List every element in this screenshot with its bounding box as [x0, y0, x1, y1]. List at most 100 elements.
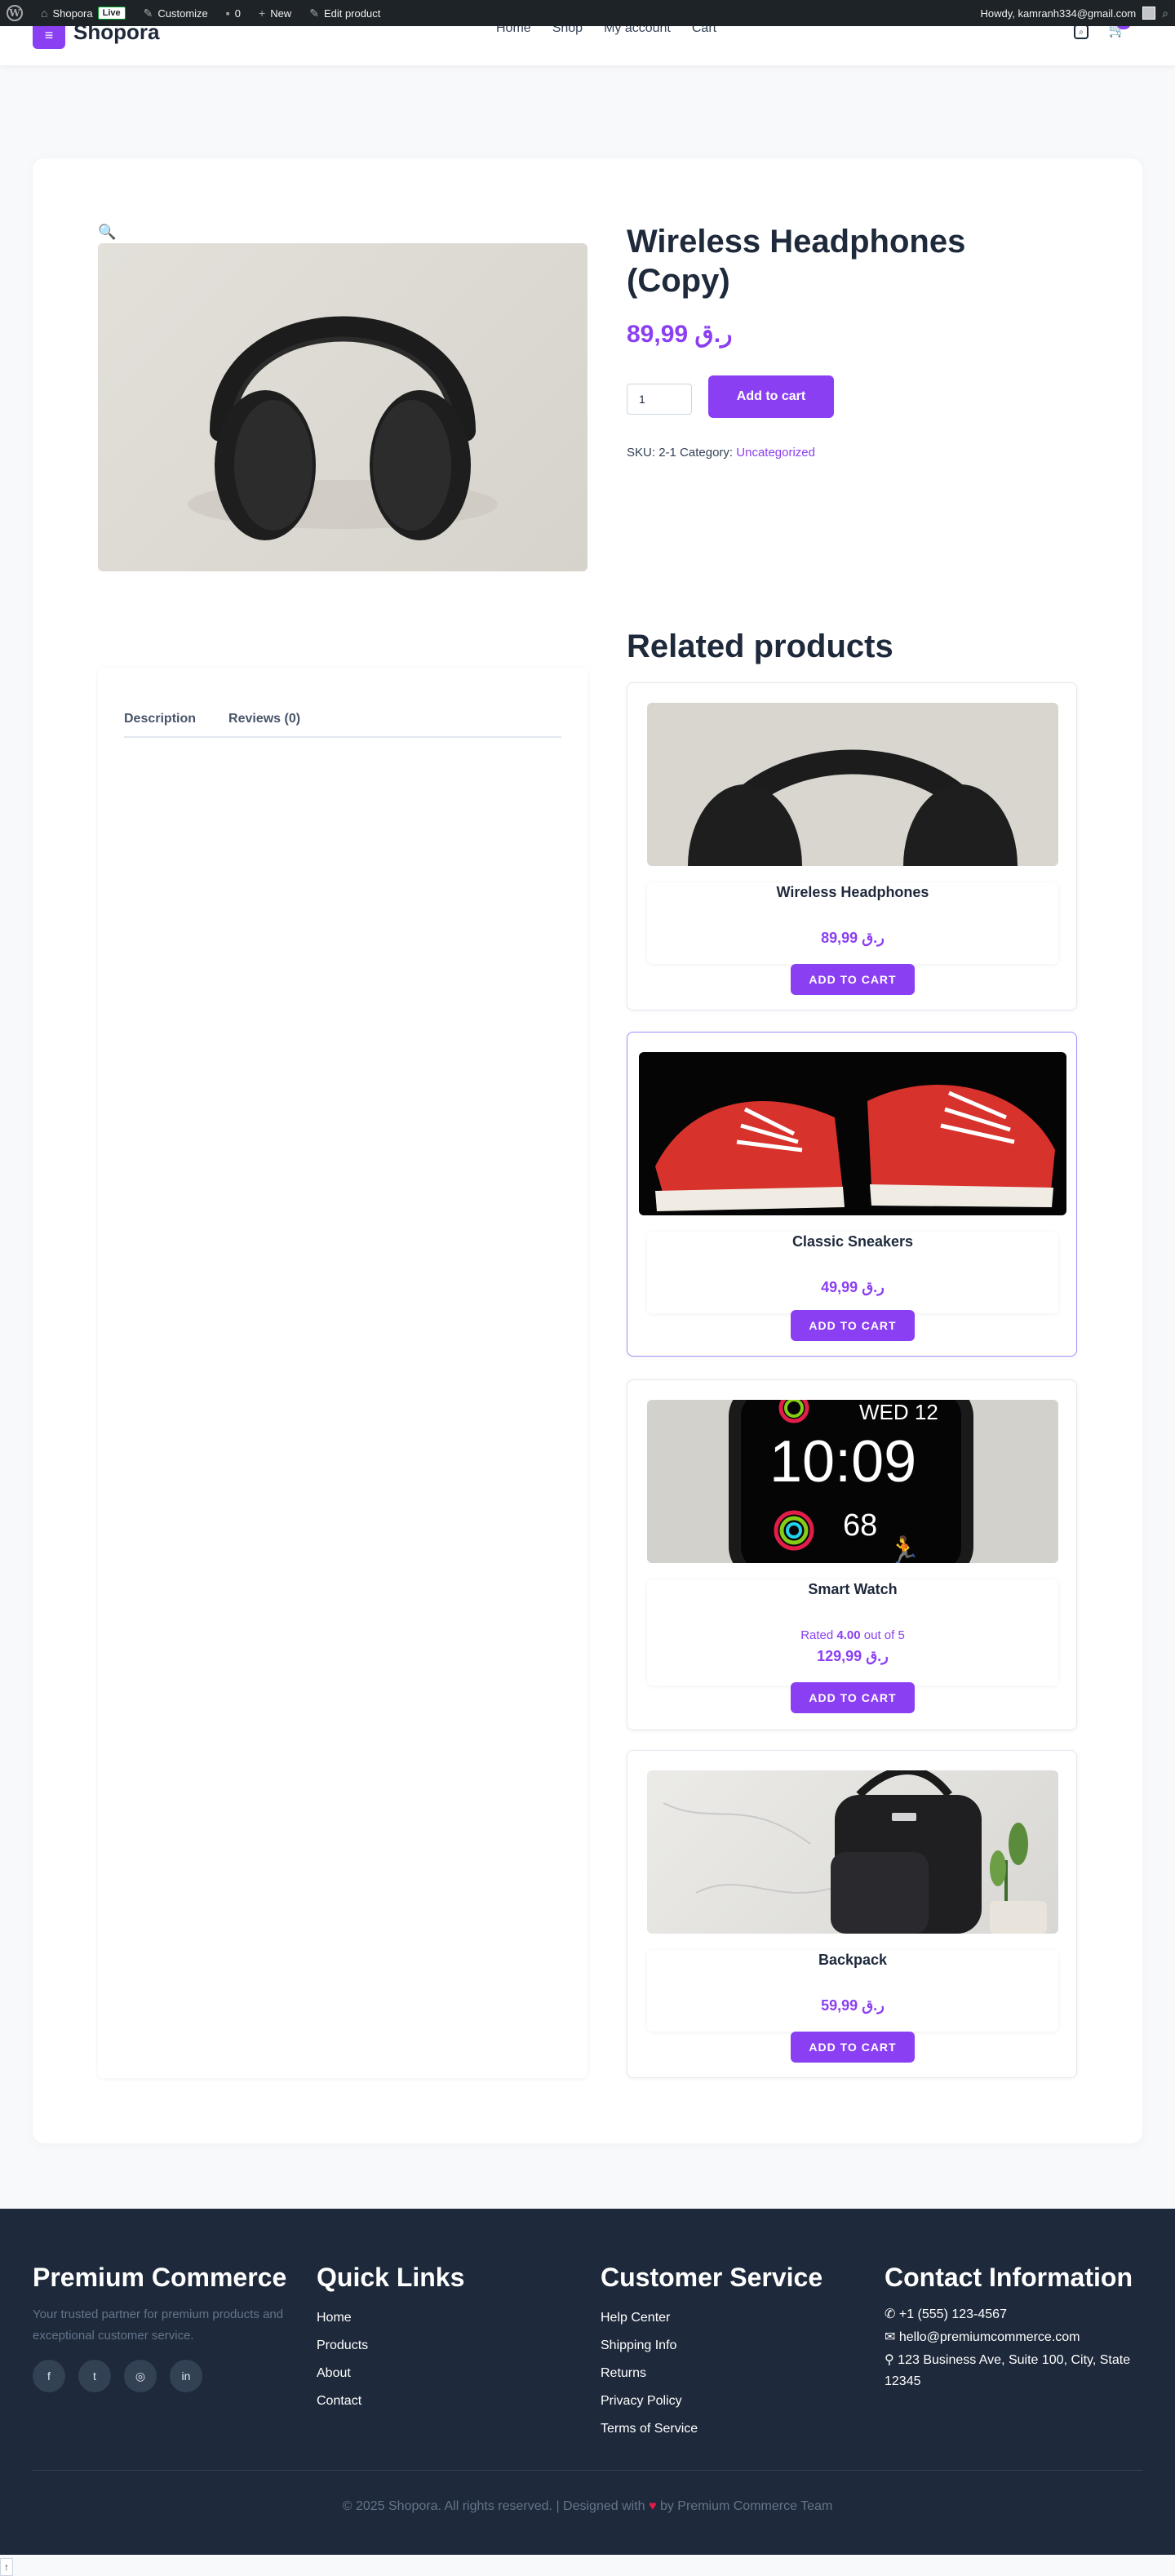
quantity-input[interactable]: [627, 384, 692, 415]
wordpress-logo-icon[interactable]: W: [7, 5, 23, 21]
related-product-name[interactable]: Smart Watch: [647, 1579, 1058, 1598]
product-title: Wireless Headphones (Copy): [627, 224, 966, 299]
phone-icon: ✆: [885, 2307, 899, 2321]
related-product-card[interactable]: Wireless Headphones ر.ق 89,99 ADD TO CAR…: [627, 682, 1077, 1010]
comments-link[interactable]: ▪ 0: [226, 7, 241, 20]
add-to-cart-button[interactable]: ADD TO CART: [791, 2032, 915, 2063]
new-content-link[interactable]: + New: [259, 7, 291, 20]
edit-product-link[interactable]: ✎ Edit product: [309, 7, 380, 20]
footer-link-home[interactable]: Home: [317, 2304, 586, 2332]
related-product-price: ر.ق 89,99: [821, 930, 885, 946]
comments-count: 0: [234, 7, 241, 20]
linkedin-icon[interactable]: in: [170, 2360, 202, 2392]
product-image[interactable]: [98, 243, 588, 571]
footer-link-help-center[interactable]: Help Center: [601, 2304, 870, 2332]
customize-link[interactable]: ✎ Customize: [144, 7, 208, 20]
edit-product-label: Edit product: [323, 7, 381, 20]
new-label: New: [270, 7, 292, 20]
related-product-info: Smart Watch Rated 4.00 out of 5 ر.ق 129,…: [647, 1579, 1058, 1686]
related-product-image[interactable]: [647, 1770, 1058, 1934]
related-product-name[interactable]: Wireless Headphones: [647, 882, 1058, 901]
social-links: f t ◎ in: [33, 2360, 302, 2392]
related-product-name[interactable]: Classic Sneakers: [647, 1232, 1058, 1250]
related-product-price: ر.ق 129,99: [817, 1648, 889, 1664]
related-product-card[interactable]: Classic Sneakers ر.ق 49,99 ADD TO CART: [627, 1032, 1077, 1357]
footer-link-returns[interactable]: Returns: [601, 2360, 870, 2387]
facebook-icon[interactable]: f: [33, 2360, 65, 2392]
watch-number: 68: [843, 1508, 877, 1543]
product-meta: SKU: 2-1 Category: Uncategorized: [627, 446, 815, 460]
footer-link-products[interactable]: Products: [317, 2332, 586, 2360]
admin-site-link[interactable]: ⌂ Shopora Live: [41, 7, 126, 20]
related-product-image[interactable]: WED 12 10:09 68 🏃: [647, 1400, 1058, 1563]
related-products-title: Related products: [627, 628, 893, 664]
footer-link-about[interactable]: About: [317, 2360, 586, 2387]
footer-brand-desc: Your trusted partner for premium product…: [33, 2307, 284, 2343]
smartwatch-image: WED 12 10:09 68 🏃: [729, 1400, 973, 1563]
sku-value: 2-1: [658, 446, 676, 460]
admin-site-name: Shopora: [52, 7, 93, 20]
howdy-account[interactable]: Howdy, kamranh334@gmail.com: [980, 7, 1136, 20]
watch-time: 10:09: [769, 1429, 916, 1495]
envelope-icon: ✉: [885, 2330, 899, 2344]
map-pin-icon: ⚲: [885, 2353, 898, 2367]
contact-phone: ✆ +1 (555) 123-4567: [885, 2304, 1146, 2325]
footer-link-privacy[interactable]: Privacy Policy: [601, 2387, 870, 2415]
zoom-icon[interactable]: 🔍: [98, 224, 116, 241]
add-to-cart-button[interactable]: ADD TO CART: [791, 1310, 915, 1341]
add-to-cart-button[interactable]: ADD TO CART: [791, 964, 915, 995]
customize-label: Customize: [157, 7, 208, 20]
site-footer: Premium Commerce Your trusted partner fo…: [0, 2209, 1175, 2555]
quick-links-title: Quick Links: [317, 2263, 465, 2292]
category-label: Category:: [680, 446, 734, 460]
tab-reviews[interactable]: Reviews (0): [228, 708, 300, 736]
admin-bar: W ⌂ Shopora Live ✎ Customize ▪ 0 + New ✎…: [0, 0, 1175, 26]
product-tabs: Description Reviews (0): [124, 708, 561, 738]
contact-email: ✉ hello@premiumcommerce.com: [885, 2327, 1146, 2348]
related-product-price: ر.ق 59,99: [821, 1997, 885, 2014]
related-product-name[interactable]: Backpack: [647, 1950, 1058, 1969]
search-icon[interactable]: ⌕: [1162, 7, 1168, 20]
avatar[interactable]: [1142, 7, 1156, 20]
star-rating: Rated 4.00 out of 5: [647, 1628, 1058, 1642]
running-icon: 🏃: [888, 1534, 920, 1563]
brush-icon: ✎: [143, 6, 153, 20]
instagram-icon[interactable]: ◎: [124, 2360, 157, 2392]
footer-link-contact[interactable]: Contact: [317, 2387, 586, 2415]
related-product-image[interactable]: [639, 1052, 1066, 1215]
watch-day: WED 12: [859, 1400, 938, 1424]
designed-prefix: | Designed with: [556, 2499, 645, 2513]
footer-quick-links: Quick Links Home Products About Contact: [317, 2263, 586, 2415]
site-header: ≡ Shopora Home Shop My account Cart ⌕ 🛒 …: [0, 16, 1175, 65]
headphones-image: [688, 749, 1018, 866]
plus-icon: +: [259, 7, 266, 20]
footer-contact: Contact Information ✆ +1 (555) 123-4567 …: [885, 2263, 1146, 2394]
rating-prefix: Rated: [800, 1628, 834, 1642]
footer-link-terms[interactable]: Terms of Service: [601, 2415, 870, 2443]
related-product-card[interactable]: Backpack ر.ق 59,99 ADD TO CART: [627, 1750, 1077, 2078]
product-price: ر.ق 89,99: [627, 321, 733, 348]
footer-divider: [33, 2470, 1142, 2471]
product-tabs-panel: Description Reviews (0): [98, 668, 588, 2078]
related-product-info: Classic Sneakers ر.ق 49,99: [647, 1232, 1058, 1313]
search-icon[interactable]: ⌕: [1074, 24, 1089, 39]
related-product-card[interactable]: WED 12 10:09 68 🏃 Smart Watch Rated 4.00…: [627, 1379, 1077, 1730]
twitter-icon[interactable]: t: [78, 2360, 111, 2392]
contact-title: Contact Information: [885, 2263, 1133, 2292]
related-product-image[interactable]: [647, 703, 1058, 866]
footer-customer-service: Customer Service Help Center Shipping In…: [601, 2263, 870, 2443]
footer-brand-title: Premium Commerce: [33, 2263, 287, 2292]
email-text: hello@premiumcommerce.com: [898, 2330, 1080, 2344]
tab-description[interactable]: Description: [124, 708, 196, 736]
category-link[interactable]: Uncategorized: [736, 446, 815, 460]
add-to-cart-button[interactable]: Add to cart: [708, 375, 834, 418]
comment-icon: ▪: [225, 7, 230, 20]
scroll-to-top-icon[interactable]: ↑: [0, 2558, 13, 2576]
add-to-cart-button[interactable]: ADD TO CART: [791, 1682, 915, 1713]
home-icon: ⌂: [41, 7, 48, 20]
customer-service-title: Customer Service: [601, 2263, 823, 2292]
footer-link-shipping[interactable]: Shipping Info: [601, 2332, 870, 2360]
pencil-icon: ✎: [309, 6, 319, 20]
rating-value: 4.00: [836, 1628, 861, 1642]
backpack-image: [663, 1770, 1047, 1934]
